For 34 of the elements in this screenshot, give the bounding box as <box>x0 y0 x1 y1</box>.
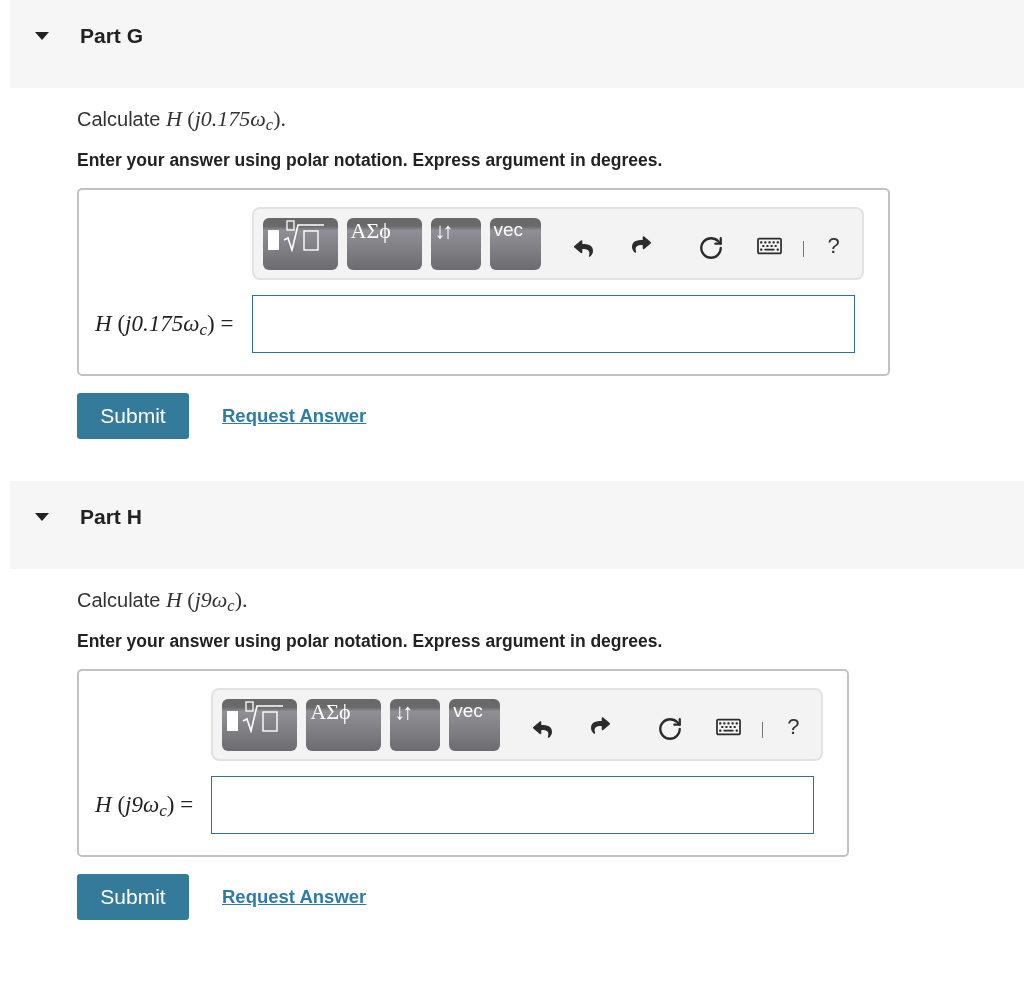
request-answer-link[interactable]: Request Answer <box>222 883 367 911</box>
redo-icon <box>630 235 652 254</box>
request-answer-link[interactable]: Request Answer <box>222 402 367 430</box>
submit-button[interactable]: Submit <box>77 393 189 439</box>
vector-button[interactable]: vec <box>489 218 541 270</box>
question-text: Calculate H (j9ω$_{c}$). <box>77 588 248 612</box>
redo-icon <box>590 716 612 735</box>
part-title: Part H <box>80 504 142 530</box>
undo-icon <box>572 239 594 258</box>
radical-template-icon <box>226 701 285 733</box>
reset-icon <box>697 234 724 261</box>
arrows-button[interactable]: ↓↑ <box>430 218 481 270</box>
answer-field[interactable] <box>211 776 815 834</box>
instructions-text: Enter your answer using polar notation. Express argument in degrees. <box>77 149 663 171</box>
radical-template-icon <box>266 220 325 252</box>
undo-icon <box>532 720 554 739</box>
question-text: Calculate H (j0.175ω$_{c}$). <box>77 107 286 131</box>
help-button[interactable]: ? <box>787 715 800 738</box>
help-button[interactable]: ? <box>827 234 840 257</box>
part-header[interactable]: Part H <box>10 481 1024 569</box>
instructions-text: Enter your answer using polar notation. Express argument in degrees. <box>77 630 663 652</box>
reset-icon <box>657 715 684 742</box>
part-header[interactable]: Part G <box>10 0 1024 88</box>
arrows-button[interactable]: ↓↑ <box>390 699 441 751</box>
greek-letters-button[interactable]: ΑΣϕ <box>306 699 382 751</box>
vector-button[interactable]: vec <box>449 699 501 751</box>
submit-button[interactable]: Submit <box>77 874 189 920</box>
answer-label: H (j0.175ω$_{c}$) = <box>95 309 234 342</box>
greek-letters-button[interactable]: ΑΣϕ <box>346 218 422 270</box>
templates-button[interactable] <box>222 699 298 751</box>
answer-label: H (j9ω$_{c}$) = <box>95 790 194 823</box>
part-title: Part G <box>80 23 144 49</box>
templates-button[interactable] <box>262 218 338 270</box>
answer-field[interactable] <box>251 295 855 353</box>
